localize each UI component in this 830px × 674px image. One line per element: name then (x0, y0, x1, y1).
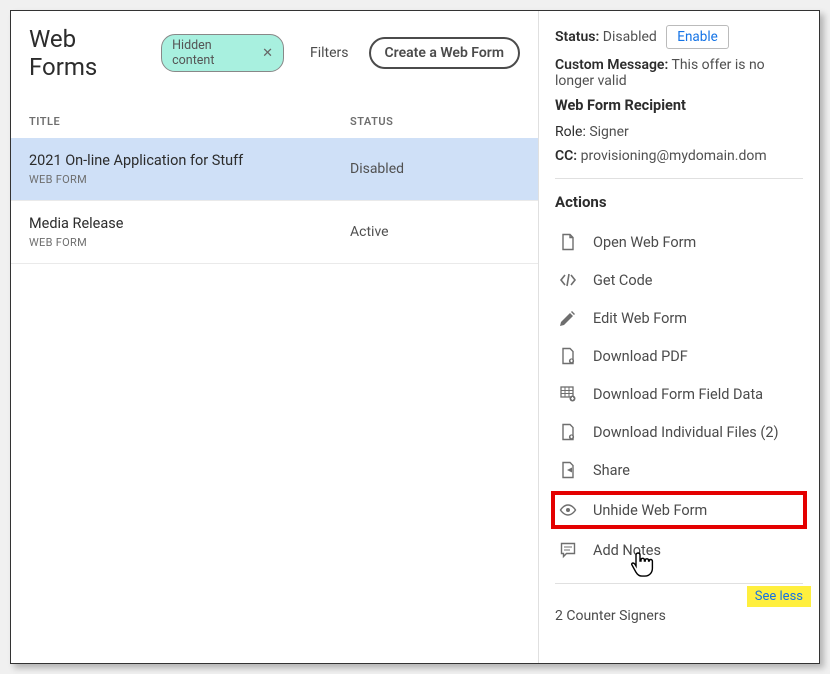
list-item-sub: WEB FORM (29, 173, 350, 186)
close-icon[interactable]: ✕ (262, 46, 273, 61)
action-edit-web-form[interactable]: Edit Web Form (555, 299, 803, 337)
action-label: Share (593, 462, 630, 479)
cc-label: CC: (555, 148, 577, 164)
main-panel: Web Forms Hidden content ✕ Filters Creat… (11, 11, 539, 663)
download-files-icon (559, 423, 577, 441)
list-item[interactable]: Media Release WEB FORM Active (11, 201, 538, 264)
filters-label: Filters (310, 45, 349, 61)
action-add-notes[interactable]: Add Notes (555, 531, 803, 569)
notes-icon (559, 541, 577, 559)
role-label: Role: (555, 124, 586, 140)
action-label: Get Code (593, 272, 652, 289)
see-less-link[interactable]: See less (747, 586, 811, 607)
action-label: Unhide Web Form (593, 502, 707, 519)
app-frame: Web Forms Hidden content ✕ Filters Creat… (10, 10, 820, 664)
list-item-name: 2021 On-line Application for Stuff (29, 152, 350, 169)
action-label: Open Web Form (593, 234, 696, 251)
list-item[interactable]: 2021 On-line Application for Stuff WEB F… (11, 138, 538, 201)
action-label: Edit Web Form (593, 310, 687, 327)
action-label: Download PDF (593, 348, 688, 365)
status-label: Status: (555, 29, 599, 45)
custom-message-label: Custom Message: (555, 57, 668, 73)
code-icon (559, 271, 577, 289)
action-label: Download Individual Files (2) (593, 424, 779, 441)
column-headers: TITLE STATUS (11, 91, 538, 138)
action-unhide-web-form[interactable]: Unhide Web Form (551, 491, 807, 529)
action-label: Add Notes (593, 542, 661, 559)
document-icon (559, 233, 577, 251)
download-data-icon (559, 385, 577, 403)
role-value: Signer (589, 124, 628, 140)
chip-label: Hidden content (172, 38, 256, 68)
status-value: Disabled (603, 29, 657, 45)
recipient-heading: Web Form Recipient (555, 97, 803, 114)
action-label: Download Form Field Data (593, 386, 763, 403)
eye-icon (559, 501, 577, 519)
list-item-name: Media Release (29, 215, 350, 232)
action-download-pdf[interactable]: Download PDF (555, 337, 803, 375)
filter-chip-hidden-content[interactable]: Hidden content ✕ (161, 34, 284, 72)
details-panel: Status: Disabled Enable Custom Message: … (539, 11, 819, 663)
column-title: TITLE (29, 115, 350, 128)
divider (555, 178, 803, 179)
page-title: Web Forms (29, 25, 149, 81)
cc-value: provisioning@mydomain.dom (581, 148, 767, 164)
filters-button[interactable]: Filters (296, 41, 357, 65)
create-web-form-button[interactable]: Create a Web Form (369, 37, 520, 69)
header-bar: Web Forms Hidden content ✕ Filters Creat… (11, 11, 538, 91)
list-item-sub: WEB FORM (29, 236, 350, 249)
share-icon (559, 461, 577, 479)
action-share[interactable]: Share (555, 451, 803, 489)
pencil-icon (559, 309, 577, 327)
divider (555, 583, 803, 584)
action-get-code[interactable]: Get Code (555, 261, 803, 299)
actions-heading: Actions (555, 193, 803, 211)
enable-button[interactable]: Enable (666, 25, 729, 49)
action-download-individual-files[interactable]: Download Individual Files (2) (555, 413, 803, 451)
column-status: STATUS (350, 115, 520, 128)
download-pdf-icon (559, 347, 577, 365)
action-open-web-form[interactable]: Open Web Form (555, 223, 803, 261)
list-item-status: Active (350, 224, 520, 240)
list-item-status: Disabled (350, 161, 520, 177)
action-download-field-data[interactable]: Download Form Field Data (555, 375, 803, 413)
